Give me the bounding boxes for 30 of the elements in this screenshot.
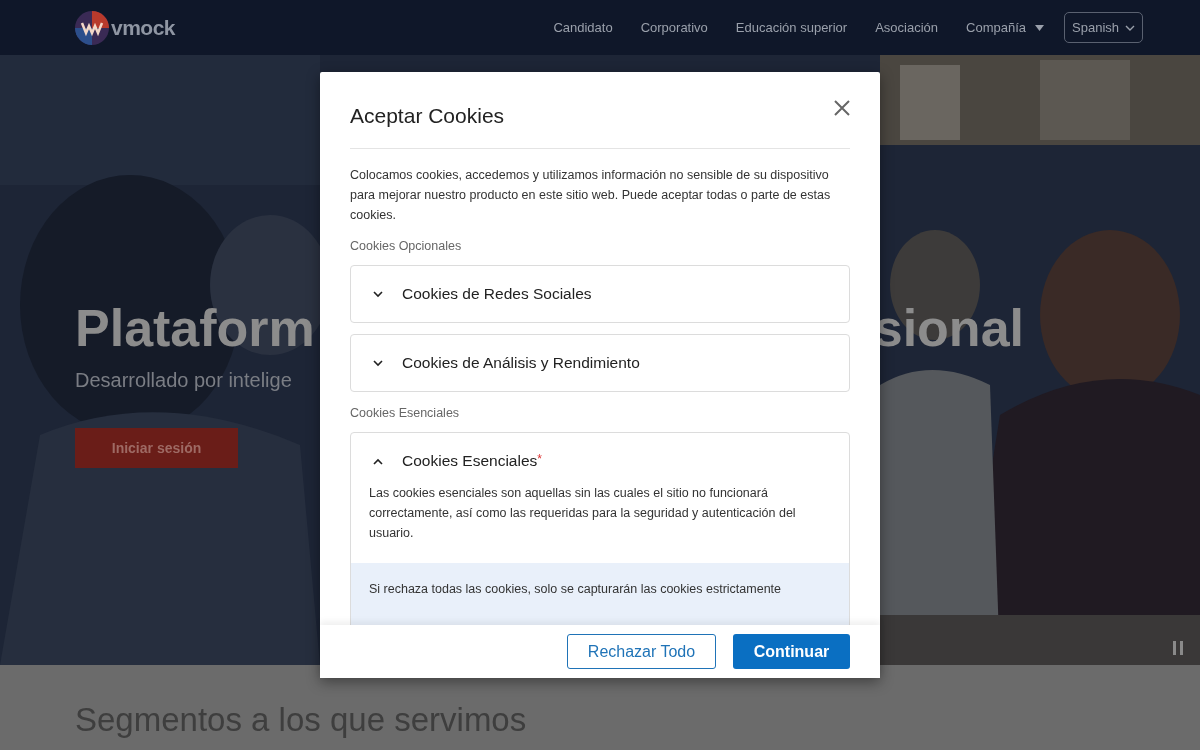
reject-button[interactable]: Rechazar Todo xyxy=(567,634,716,669)
hero-title: sional xyxy=(873,298,1024,359)
chevron-down-icon xyxy=(373,359,383,367)
group-heading: Cookies Esenciales xyxy=(350,406,461,420)
accordion-label: Cookies de Análisis y Rendimiento xyxy=(402,354,640,372)
accordion-header[interactable]: Cookies de Redes Sociales xyxy=(351,266,849,322)
hero-subtitle: Desarrollado por intelige xyxy=(75,369,293,392)
notice-text: Si rechaza todas las cookies, solo se capturarán las cookies estrictamente xyxy=(369,582,781,596)
nav-link[interactable]: Corporativo xyxy=(640,20,708,35)
continue-button[interactable]: Continuar xyxy=(733,634,850,669)
hero-title: Plataform xyxy=(75,298,315,359)
pause-icon[interactable] xyxy=(1173,641,1183,655)
group-heading: Cookies Opcionales xyxy=(350,239,463,253)
chevron-up-icon xyxy=(373,457,383,465)
nav-link[interactable]: Asociación xyxy=(875,20,939,35)
language-select[interactable]: Spanish xyxy=(1064,12,1143,43)
dialog-title: Aceptar Cookies xyxy=(350,104,505,128)
nav-link[interactable]: Candidato xyxy=(553,20,613,35)
caret-icon xyxy=(1035,24,1044,31)
nav-link[interactable]: Compañía xyxy=(966,20,1044,35)
intro-text: Colocamos cookies, accedemos y utilizamos información no sensible de su dispositivo para mejorar nuestro producto en este sitio web. Puede aceptar todas o parte de estas cookies. xyxy=(350,167,832,224)
chevron-down-icon xyxy=(1125,24,1135,31)
nav-link[interactable]: Educación superior xyxy=(735,20,848,35)
accordion-label: Cookies de Redes Sociales xyxy=(402,285,592,303)
accordion-header[interactable]: Cookies de Análisis y Rendimiento xyxy=(351,335,849,391)
close-icon[interactable] xyxy=(834,100,850,116)
chevron-down-icon xyxy=(373,290,383,298)
logo-text[interactable]: vmock xyxy=(111,15,176,40)
logo-icon[interactable] xyxy=(75,10,109,45)
accordion-label: Cookies Esenciales* xyxy=(402,452,542,470)
